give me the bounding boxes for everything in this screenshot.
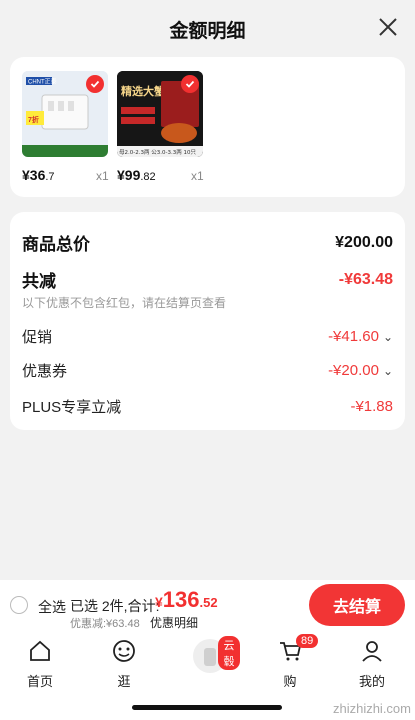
select-all-radio[interactable]: [10, 596, 28, 614]
selected-count: 已选 2件,合计:: [70, 598, 160, 614]
reduce-value: -¥63.48: [338, 270, 393, 288]
product-image[interactable]: 精选大蟹 母2.0-2.3两 公3.0-3.3两 10只: [117, 71, 203, 157]
product-brand: 精选大蟹: [121, 84, 165, 98]
product-qty: x1: [191, 169, 204, 183]
discount-note: 以下优惠不包含红包，请在结算页查看: [22, 296, 227, 310]
tab-featured[interactable]: 云毂: [180, 636, 240, 681]
product-qty: x1: [96, 169, 109, 183]
watermark: zhizhizhi.com: [332, 701, 411, 716]
tab-home[interactable]: 首页: [10, 638, 70, 690]
product-price: ¥99.82: [117, 167, 156, 183]
product-price: ¥36.7: [22, 167, 55, 183]
discount-row-promotion[interactable]: 促销 -¥41.60 ⌄: [22, 326, 393, 347]
close-icon[interactable]: [377, 16, 399, 38]
total-row: 商品总价 ¥200.00: [22, 230, 393, 255]
tab-browse-label: 逛: [117, 674, 131, 689]
product-image[interactable]: CHNT正泰 7折: [22, 71, 108, 157]
chevron-down-icon[interactable]: ⌄: [383, 364, 393, 378]
product-image-caption: 母2.0-2.3两 公3.0-3.3两 10只: [119, 149, 196, 156]
checkout-bar: 全选 已选 2件,合计: ¥136.52 优惠减:¥63.48 优惠明细 去结算: [0, 580, 415, 630]
total-label: 商品总价: [22, 235, 90, 254]
checkout-button[interactable]: 去结算: [309, 584, 405, 626]
product-item[interactable]: CHNT正泰 7折 ¥36.7 x1: [22, 71, 132, 183]
tab-browse[interactable]: 逛: [94, 638, 154, 690]
sheet-header: 金额明细: [0, 0, 415, 56]
product-brand: CHNT正泰: [28, 78, 57, 86]
tab-home-label: 首页: [26, 674, 53, 689]
reduce-row: 共减 -¥63.48: [22, 267, 393, 292]
selected-check-icon[interactable]: [86, 75, 104, 93]
home-indicator: [132, 705, 282, 710]
featured-badge: 云毂: [218, 636, 240, 670]
discount-detail-link[interactable]: 优惠明细: [150, 614, 198, 631]
discount-amount: 优惠减:¥63.48: [70, 618, 140, 630]
tab-profile-label: 我的: [358, 674, 385, 689]
browse-icon: [113, 640, 135, 662]
products-card: CHNT正泰 7折 ¥36.7 x1 精选大蟹 母2.0-2.3两 公3.0-3…: [10, 57, 405, 197]
chevron-down-icon[interactable]: ⌄: [383, 330, 393, 344]
reduce-label: 共减: [22, 272, 56, 291]
select-all-label[interactable]: 全选: [38, 597, 66, 617]
product-image-caption: 7折: [28, 115, 39, 124]
total-value: ¥200.00: [335, 233, 393, 251]
selected-check-icon[interactable]: [181, 75, 199, 93]
price-summary-card: 商品总价 ¥200.00 共减 -¥63.48 以下优惠不包含红包，请在结算页查…: [10, 212, 405, 430]
home-icon: [30, 640, 50, 661]
sheet-title: 金额明细: [169, 21, 246, 42]
tab-cart[interactable]: 89 购: [260, 634, 320, 690]
profile-icon: [362, 641, 382, 662]
tab-cart-label: 购: [283, 674, 297, 689]
bottom-tab-bar: 首页 逛 云毂 89 购 我的 zhizhizhi.com: [0, 630, 415, 720]
discount-row-plus: PLUS专享立减 -¥1.88: [22, 398, 393, 416]
cart-badge: 89: [296, 634, 319, 648]
discount-row-coupon[interactable]: 优惠券 -¥20.00 ⌄: [22, 360, 393, 381]
tab-profile[interactable]: 我的: [342, 638, 402, 690]
total-price: ¥136.52: [155, 587, 218, 612]
product-item[interactable]: 精选大蟹 母2.0-2.3两 公3.0-3.3两 10只 ¥99.82 x1: [117, 71, 227, 183]
